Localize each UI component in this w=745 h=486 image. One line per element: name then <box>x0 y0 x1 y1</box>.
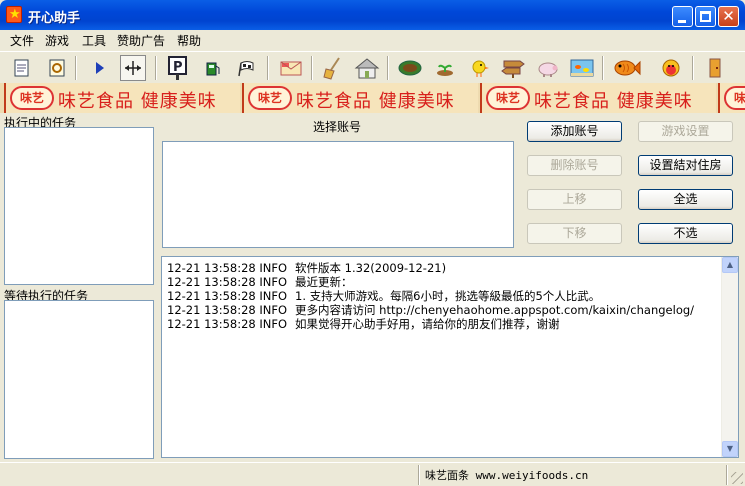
banner-slogan: 味艺食品 健康美味 <box>534 91 693 112</box>
brand-logo: 味艺 <box>248 86 292 110</box>
log-message: 如果觉得开心助手好用，请给你的朋友们推荐，谢谢 <box>295 317 560 331</box>
scroll-down-icon[interactable]: ▼ <box>722 441 738 457</box>
brand-logo: 味艺 <box>724 86 745 110</box>
log-time: 12-21 13:58:28 INFO <box>167 261 288 275</box>
log-message: 最近更新： <box>295 275 353 289</box>
status-bar: 味艺面条 www.weiyifoods.cn <box>0 462 745 486</box>
banner-ad-segment[interactable]: 味艺 味艺食品 健康美味 <box>242 83 478 113</box>
close-button[interactable]: ✕ <box>718 6 739 27</box>
delete-account-button[interactable]: 删除账号 <box>527 155 622 176</box>
app-star-icon: ★ <box>6 6 22 23</box>
add-account-button[interactable]: 添加账号 <box>527 121 622 142</box>
banner-ad-segment[interactable]: 味艺 味艺食品 健康美味 <box>480 83 716 113</box>
parking-icon[interactable]: P <box>165 55 191 81</box>
select-none-button[interactable]: 不选 <box>638 223 733 244</box>
sprout-icon[interactable] <box>432 55 458 81</box>
menu-sponsor-ads[interactable]: 赞助广告 <box>117 32 165 49</box>
toolbar: P <box>0 51 745 83</box>
log-panel[interactable]: 12-21 13:58:28 INFO 软件版本 1.32(2009-12-21)… <box>161 256 739 458</box>
title-bar[interactable]: ★ 开心助手 ✕ <box>0 0 745 30</box>
game-settings-button[interactable]: 游戏设置 <box>638 121 733 142</box>
banner-ad[interactable]: 味艺 味艺食品 健康美味 味艺 味艺食品 健康美味 味艺 味艺食品 健康美味 味… <box>0 83 745 113</box>
log-time: 12-21 13:58:28 INFO <box>167 275 288 289</box>
resize-grip-icon[interactable] <box>731 472 743 484</box>
select-all-button[interactable]: 全选 <box>638 189 733 210</box>
log-scrollbar[interactable]: ▲ ▼ <box>721 257 738 457</box>
maximize-icon <box>700 11 711 22</box>
settings-icon[interactable] <box>44 55 70 81</box>
house-icon[interactable] <box>354 55 380 81</box>
menu-file[interactable]: 文件 <box>10 32 34 49</box>
banner-slogan: 味艺食品 健康美味 <box>296 91 455 112</box>
status-text[interactable]: 味艺面条 www.weiyifoods.cn <box>425 467 588 483</box>
fish-icon[interactable] <box>613 55 641 81</box>
set-house-button[interactable]: 设置結对住房 <box>638 155 733 176</box>
account-select-label: 选择账号 <box>313 120 362 134</box>
fuel-icon[interactable] <box>200 55 226 81</box>
mail-icon[interactable] <box>278 55 304 81</box>
menu-tools[interactable]: 工具 <box>82 32 106 49</box>
minimize-button[interactable] <box>672 6 693 27</box>
svg-text:P: P <box>173 60 183 75</box>
log-message: 更多内容请访问 http://chenyehaohome.appspot.com… <box>295 303 695 317</box>
chick-icon[interactable] <box>466 55 492 81</box>
menu-help[interactable]: 帮助 <box>177 32 201 49</box>
menu-bar: 文件 游戏 工具 赞助广告 帮助 <box>0 30 745 50</box>
banner-ad-segment[interactable]: 味艺 味艺食品 健康美味 <box>4 83 240 113</box>
maximize-button[interactable] <box>695 6 716 27</box>
banner-ad-segment[interactable]: 味艺 <box>718 83 745 113</box>
waiting-tasks-list[interactable] <box>4 300 154 459</box>
log-message: 软件版本 1.32(2009-12-21) <box>295 261 447 275</box>
exit-door-icon[interactable] <box>702 55 728 81</box>
log-message: 1. 支持大师游戏。每隔6小时，挑选等級最低的5个人比武。 <box>295 289 601 303</box>
log-time: 12-21 13:58:28 INFO <box>167 289 288 303</box>
window-title: 开心助手 <box>28 11 81 26</box>
brand-logo: 味艺 <box>486 86 530 110</box>
broom-icon[interactable] <box>320 55 346 81</box>
log-line: 12-21 13:58:28 INFO 如果觉得开心助手好用，请给你的朋友们推荐，… <box>167 316 560 332</box>
scroll-up-icon[interactable]: ▲ <box>722 257 738 273</box>
account-list[interactable] <box>162 141 514 248</box>
minimize-icon <box>678 20 686 23</box>
log-time: 12-21 13:58:28 INFO <box>167 303 288 317</box>
resize-arrows-icon[interactable] <box>120 55 146 81</box>
brand-logo: 味艺 <box>10 86 54 110</box>
move-down-button[interactable]: 下移 <box>527 223 622 244</box>
signpost-icon[interactable] <box>500 55 526 81</box>
garden-icon[interactable] <box>397 55 423 81</box>
log-time: 12-21 13:58:28 INFO <box>167 317 288 331</box>
pig-icon[interactable] <box>535 55 561 81</box>
move-up-button[interactable]: 上移 <box>527 189 622 210</box>
banner-slogan: 味艺食品 健康美味 <box>58 91 217 112</box>
print-icon[interactable] <box>9 55 35 81</box>
aquarium-icon[interactable] <box>569 55 595 81</box>
play-icon[interactable] <box>86 55 112 81</box>
friend-avatar-icon[interactable] <box>658 55 684 81</box>
race-flag-icon[interactable] <box>234 55 260 81</box>
menu-game[interactable]: 游戏 <box>45 32 69 49</box>
running-tasks-list[interactable] <box>4 127 154 285</box>
close-icon: ✕ <box>722 7 735 25</box>
